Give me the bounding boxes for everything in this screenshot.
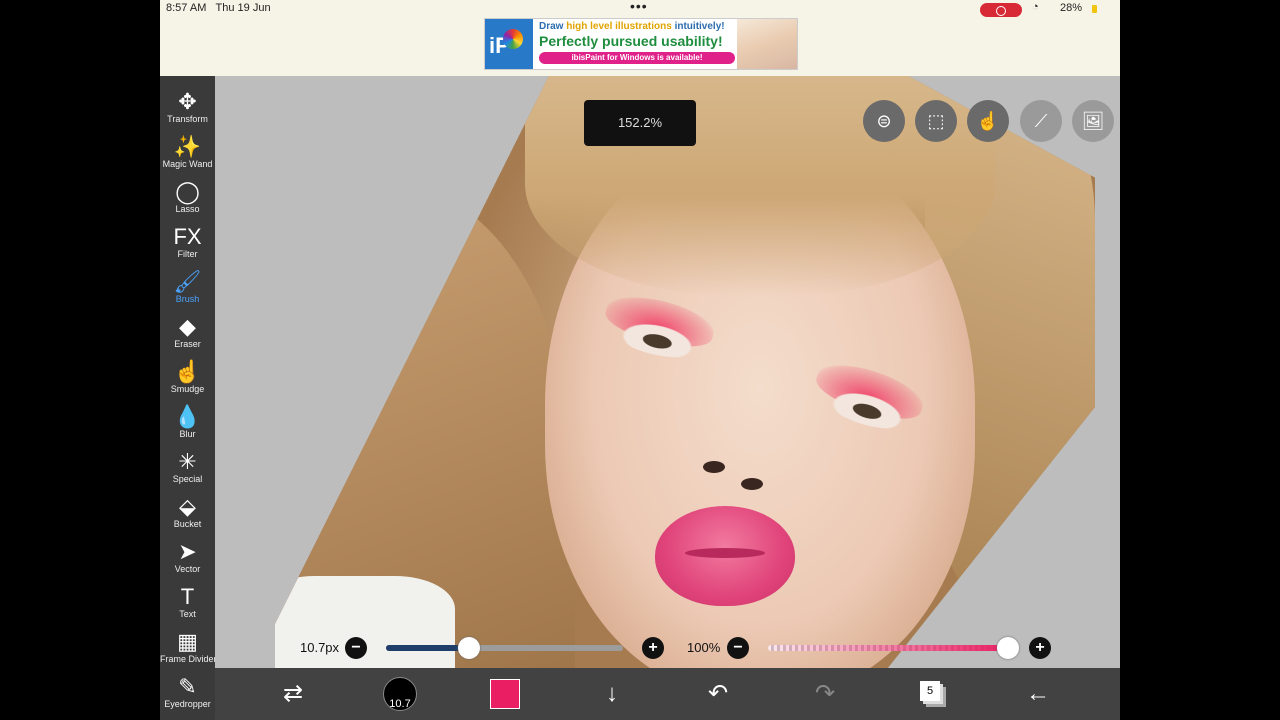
tool-label: Magic Wand bbox=[162, 159, 213, 169]
opacity-label: 100% bbox=[687, 640, 721, 655]
battery-icon bbox=[1092, 5, 1097, 13]
swap-tool-icon[interactable]: ⇄ bbox=[268, 668, 318, 720]
brush-size-slider-fill bbox=[386, 645, 469, 651]
tool-label: Text bbox=[179, 609, 196, 619]
nostril-left bbox=[703, 461, 725, 473]
frame-divider-icon: ▦ bbox=[177, 629, 198, 654]
canvas-photo bbox=[275, 76, 1095, 668]
tool-brush[interactable]: 🖌 Brush bbox=[160, 268, 215, 313]
tool-label: Vector bbox=[174, 564, 201, 574]
tool-eyedropper[interactable]: ✎ Eyedropper bbox=[160, 673, 215, 718]
selection-icon[interactable]: ⬚ bbox=[915, 100, 957, 142]
opacity-slider-thumb[interactable] bbox=[997, 637, 1019, 659]
tool-vector[interactable]: ➤ Vector bbox=[160, 538, 215, 583]
tool-label: Brush bbox=[175, 294, 200, 304]
tool-label: Lasso bbox=[175, 204, 200, 214]
tool-label: Filter bbox=[177, 249, 198, 259]
eraser-icon: ◆ bbox=[179, 314, 196, 339]
toggle-icon[interactable]: ⊜ bbox=[863, 100, 905, 142]
brush-size-label: 10.7px bbox=[300, 640, 340, 655]
tool-special[interactable]: ✳ Special bbox=[160, 448, 215, 493]
text-icon: T bbox=[180, 584, 195, 609]
tool-label: Eraser bbox=[174, 339, 201, 349]
app-screen: 8:57 AM Thu 19 Jun ••• ◔ 28% iP Draw hig… bbox=[160, 0, 1120, 720]
tool-label: Frame Divider bbox=[160, 654, 217, 664]
ad-illustration bbox=[737, 19, 797, 69]
blur-icon: 💧 bbox=[173, 404, 202, 429]
transform-icon: ✥ bbox=[178, 89, 197, 114]
vector-icon: ➤ bbox=[178, 539, 197, 564]
nostril-right bbox=[741, 478, 763, 490]
ruler-icon[interactable]: ⟋ bbox=[1020, 100, 1062, 142]
brush-icon: 🖌 bbox=[173, 269, 202, 294]
eyedropper-icon: ✎ bbox=[178, 674, 197, 699]
tool-frame-divider[interactable]: ▦ Frame Divider bbox=[160, 628, 217, 673]
filter-icon: FX bbox=[173, 224, 202, 249]
tool-filter[interactable]: FX Filter bbox=[160, 223, 215, 268]
tool-label: Transform bbox=[167, 114, 208, 124]
color-picker-swatch[interactable] bbox=[490, 679, 520, 709]
undo-icon[interactable]: ↶ bbox=[693, 668, 743, 720]
opacity-decrease-button[interactable]: − bbox=[727, 637, 749, 659]
tool-label: Bucket bbox=[173, 519, 202, 529]
tool-magic-wand[interactable]: ✨ Magic Wand bbox=[160, 133, 215, 178]
brush-size-increase-button[interactable]: + bbox=[642, 637, 664, 659]
status-time: 8:57 AM Thu 19 Jun bbox=[166, 2, 271, 14]
screen-recording-indicator-icon[interactable] bbox=[980, 3, 1022, 17]
download-arrow-icon[interactable]: ↓ bbox=[587, 668, 637, 720]
ad-cta-pill: ibisPaint for Windows is available! bbox=[539, 52, 735, 64]
status-bar: 8:57 AM Thu 19 Jun ••• ◔ 28% bbox=[160, 0, 1120, 18]
bottom-toolbar: ⇄ 10.7 ↓ ↶ ↷ 5 ← bbox=[215, 668, 1120, 720]
brush-size-slider-thumb[interactable] bbox=[457, 637, 480, 659]
bucket-icon: ⬙ bbox=[179, 494, 196, 519]
reference-image-icon[interactable]: 🖼 bbox=[1072, 100, 1114, 142]
layers-button[interactable]: 5 bbox=[920, 681, 940, 701]
tool-blur[interactable]: 💧 Blur bbox=[160, 403, 215, 448]
brush-size-decrease-button[interactable]: − bbox=[345, 637, 367, 659]
lasso-icon: ◯ bbox=[175, 179, 200, 204]
tool-palette: ✥ Transform ✨ Magic Wand ◯ Lasso FX Filter 🖌 Brus… bbox=[160, 76, 217, 720]
ibispaint-logo-icon: iP bbox=[485, 19, 533, 69]
opacity-slider[interactable] bbox=[768, 637, 1019, 659]
tool-label: Smudge bbox=[170, 384, 205, 394]
tool-transform[interactable]: ✥ Transform bbox=[160, 88, 215, 133]
back-arrow-icon[interactable]: ← bbox=[1013, 668, 1063, 720]
tool-label: Blur bbox=[179, 429, 196, 439]
redo-icon[interactable]: ↷ bbox=[800, 668, 850, 720]
special-icon: ✳ bbox=[178, 449, 197, 474]
lips bbox=[655, 506, 795, 606]
multitasking-dots-icon[interactable]: ••• bbox=[630, 0, 648, 14]
tool-label: Eyedropper bbox=[164, 699, 211, 709]
smudge-icon: ☝ bbox=[173, 359, 202, 384]
tool-eraser[interactable]: ◆ Eraser bbox=[160, 313, 215, 358]
brush-size-slider[interactable] bbox=[386, 637, 623, 659]
tool-lasso[interactable]: ◯ Lasso bbox=[160, 178, 215, 223]
ad-banner-area: iP Draw high level illustrations intuiti… bbox=[160, 18, 1120, 77]
ad-line-1: Draw high level illustrations intuitivel… bbox=[539, 21, 725, 32]
ad-banner[interactable]: iP Draw high level illustrations intuiti… bbox=[484, 18, 798, 70]
wifi-icon: ◔ bbox=[1032, 1, 1039, 13]
tool-bucket[interactable]: ⬙ Bucket bbox=[160, 493, 215, 538]
tool-text[interactable]: T Text bbox=[160, 583, 215, 628]
brush-size-button[interactable]: 10.7 bbox=[383, 677, 417, 711]
opacity-increase-button[interactable]: + bbox=[1029, 637, 1051, 659]
magic-wand-icon: ✨ bbox=[173, 134, 202, 159]
tool-smudge[interactable]: ☝ Smudge bbox=[160, 358, 215, 403]
zoom-level-badge: 152.2% bbox=[584, 100, 696, 146]
drawing-canvas[interactable]: 152.2% ⊜ ⬚ ☝ ⟋ 🖼 bbox=[215, 76, 1120, 668]
hand-icon[interactable]: ☝ bbox=[967, 100, 1009, 142]
battery-percent: 28% bbox=[1060, 2, 1083, 14]
ad-headline: Perfectly pursued usability! bbox=[539, 33, 723, 49]
tool-label: Special bbox=[172, 474, 203, 484]
